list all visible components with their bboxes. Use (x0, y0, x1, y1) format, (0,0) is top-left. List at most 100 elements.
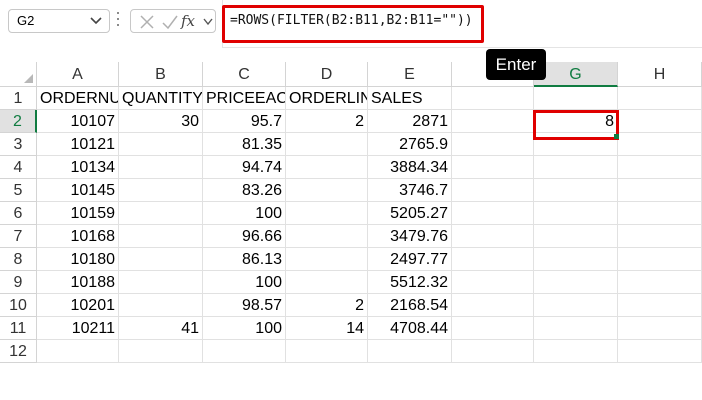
cell-F3[interactable] (452, 133, 534, 156)
cell-C5[interactable]: 83.26 (203, 179, 286, 202)
cell-D4[interactable] (286, 156, 368, 179)
row-header-9[interactable]: 9 (0, 271, 37, 294)
chevron-down-icon[interactable] (90, 16, 102, 26)
cell-A3[interactable]: 10121 (37, 133, 119, 156)
cell-F7[interactable] (452, 225, 534, 248)
cell-H10[interactable] (618, 294, 702, 317)
cell-B8[interactable] (119, 248, 203, 271)
cell-G4[interactable] (534, 156, 618, 179)
cell-E8[interactable]: 2497.77 (368, 248, 452, 271)
cell-D7[interactable] (286, 225, 368, 248)
cell-H7[interactable] (618, 225, 702, 248)
cell-B9[interactable] (119, 271, 203, 294)
cell-E4[interactable]: 3884.34 (368, 156, 452, 179)
column-header-C[interactable]: C (203, 62, 286, 87)
cell-F6[interactable] (452, 202, 534, 225)
cell-H9[interactable] (618, 271, 702, 294)
row-header-7[interactable]: 7 (0, 225, 37, 248)
row-header-5[interactable]: 5 (0, 179, 37, 202)
more-options-icon[interactable] (116, 12, 120, 30)
cell-B11[interactable]: 41 (119, 317, 203, 340)
cell-A6[interactable]: 10159 (37, 202, 119, 225)
cell-H11[interactable] (618, 317, 702, 340)
name-box[interactable]: G2 (8, 9, 110, 33)
cell-G11[interactable] (534, 317, 618, 340)
cell-C2[interactable]: 95.7 (203, 110, 286, 133)
cell-F12[interactable] (452, 340, 534, 363)
column-header-B[interactable]: B (119, 62, 203, 87)
cell-F2[interactable] (452, 110, 534, 133)
cell-H5[interactable] (618, 179, 702, 202)
cell-C11[interactable]: 100 (203, 317, 286, 340)
row-header-12[interactable]: 12 (0, 340, 37, 363)
cell-G9[interactable] (534, 271, 618, 294)
cell-B12[interactable] (119, 340, 203, 363)
cell-B10[interactable] (119, 294, 203, 317)
cell-E10[interactable]: 2168.54 (368, 294, 452, 317)
cell-E2[interactable]: 2871 (368, 110, 452, 133)
cell-G7[interactable] (534, 225, 618, 248)
column-header-H[interactable]: H (618, 62, 702, 87)
row-header-3[interactable]: 3 (0, 133, 37, 156)
cell-C10[interactable]: 98.57 (203, 294, 286, 317)
row-header-8[interactable]: 8 (0, 248, 37, 271)
cell-B5[interactable] (119, 179, 203, 202)
cell-D11[interactable]: 14 (286, 317, 368, 340)
cell-C1[interactable]: PRICEEACI (203, 87, 286, 110)
cell-B4[interactable] (119, 156, 203, 179)
cell-D8[interactable] (286, 248, 368, 271)
cell-C7[interactable]: 96.66 (203, 225, 286, 248)
cell-B7[interactable] (119, 225, 203, 248)
cell-A9[interactable]: 10188 (37, 271, 119, 294)
cell-G5[interactable] (534, 179, 618, 202)
cell-H8[interactable] (618, 248, 702, 271)
cell-H2[interactable] (618, 110, 702, 133)
cell-E5[interactable]: 3746.7 (368, 179, 452, 202)
cell-B1[interactable]: QUANTITY (119, 87, 203, 110)
cell-F11[interactable] (452, 317, 534, 340)
row-header-6[interactable]: 6 (0, 202, 37, 225)
row-header-1[interactable]: 1 (0, 87, 37, 110)
cell-F5[interactable] (452, 179, 534, 202)
cell-D9[interactable] (286, 271, 368, 294)
cell-D6[interactable] (286, 202, 368, 225)
chevron-down-icon[interactable] (203, 18, 213, 26)
cell-G1[interactable] (534, 87, 618, 110)
cell-F4[interactable] (452, 156, 534, 179)
cell-G12[interactable] (534, 340, 618, 363)
cell-C3[interactable]: 81.35 (203, 133, 286, 156)
cell-E1[interactable]: SALES (368, 87, 452, 110)
cell-H4[interactable] (618, 156, 702, 179)
cancel-icon[interactable] (139, 14, 155, 30)
cell-A1[interactable]: ORDERNU (37, 87, 119, 110)
cell-A12[interactable] (37, 340, 119, 363)
cell-F10[interactable] (452, 294, 534, 317)
cell-E6[interactable]: 5205.27 (368, 202, 452, 225)
cell-D5[interactable] (286, 179, 368, 202)
column-header-D[interactable]: D (286, 62, 368, 87)
cell-C9[interactable]: 100 (203, 271, 286, 294)
cell-A8[interactable]: 10180 (37, 248, 119, 271)
cell-C4[interactable]: 94.74 (203, 156, 286, 179)
cell-A10[interactable]: 10201 (37, 294, 119, 317)
cell-B6[interactable] (119, 202, 203, 225)
cell-B3[interactable] (119, 133, 203, 156)
cell-D1[interactable]: ORDERLIN (286, 87, 368, 110)
cell-E12[interactable] (368, 340, 452, 363)
column-header-A[interactable]: A (37, 62, 119, 87)
select-all-corner[interactable] (0, 62, 37, 87)
cell-H3[interactable] (618, 133, 702, 156)
cell-E11[interactable]: 4708.44 (368, 317, 452, 340)
cell-F9[interactable] (452, 271, 534, 294)
formula-text[interactable]: =ROWS(FILTER(B2:B11,B2:B11="")) (230, 13, 473, 28)
row-header-10[interactable]: 10 (0, 294, 37, 317)
cell-C12[interactable] (203, 340, 286, 363)
cell-H12[interactable] (618, 340, 702, 363)
row-header-2[interactable]: 2 (0, 110, 37, 133)
cell-C8[interactable]: 86.13 (203, 248, 286, 271)
cell-A7[interactable]: 10168 (37, 225, 119, 248)
cell-F8[interactable] (452, 248, 534, 271)
column-header-G[interactable]: G (534, 62, 618, 87)
cell-G6[interactable] (534, 202, 618, 225)
cell-E3[interactable]: 2765.9 (368, 133, 452, 156)
